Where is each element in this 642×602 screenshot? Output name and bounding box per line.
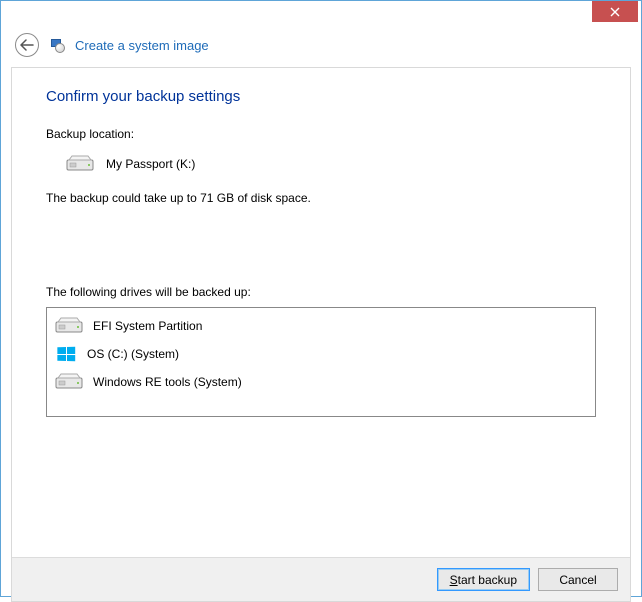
drive-icon — [55, 317, 83, 335]
titlebar — [1, 1, 641, 31]
content-frame: Confirm your backup settings Backup loca… — [11, 67, 631, 602]
page-heading: Confirm your backup settings — [46, 88, 596, 105]
header: Create a system image — [1, 31, 641, 67]
list-item: Windows RE tools (System) — [53, 368, 589, 396]
cancel-button[interactable]: Cancel — [538, 568, 618, 591]
list-item: EFI System Partition — [53, 312, 589, 340]
drive-label: OS (C:) (System) — [87, 347, 179, 361]
close-icon — [610, 7, 620, 17]
drives-list: EFI System Partition OS (C:) (System) — [46, 307, 596, 417]
windows-icon — [55, 345, 77, 363]
backup-location-row: My Passport (K:) — [66, 155, 596, 173]
drive-icon — [66, 155, 94, 173]
back-arrow-icon — [20, 39, 34, 51]
back-button[interactable] — [15, 33, 39, 57]
drive-label: EFI System Partition — [93, 319, 202, 333]
close-button[interactable] — [592, 1, 638, 22]
list-item: OS (C:) (System) — [53, 340, 589, 368]
drive-label: Windows RE tools (System) — [93, 375, 242, 389]
backup-location-value: My Passport (K:) — [106, 157, 195, 171]
drive-icon — [55, 373, 83, 391]
window-title: Create a system image — [75, 38, 209, 53]
start-backup-button[interactable]: Start backup — [437, 568, 530, 591]
size-note: The backup could take up to 71 GB of dis… — [46, 191, 596, 205]
app-icon — [49, 37, 65, 53]
drives-label: The following drives will be backed up: — [46, 285, 596, 299]
backup-location-label: Backup location: — [46, 127, 596, 141]
footer: Start backup Cancel — [12, 557, 630, 601]
